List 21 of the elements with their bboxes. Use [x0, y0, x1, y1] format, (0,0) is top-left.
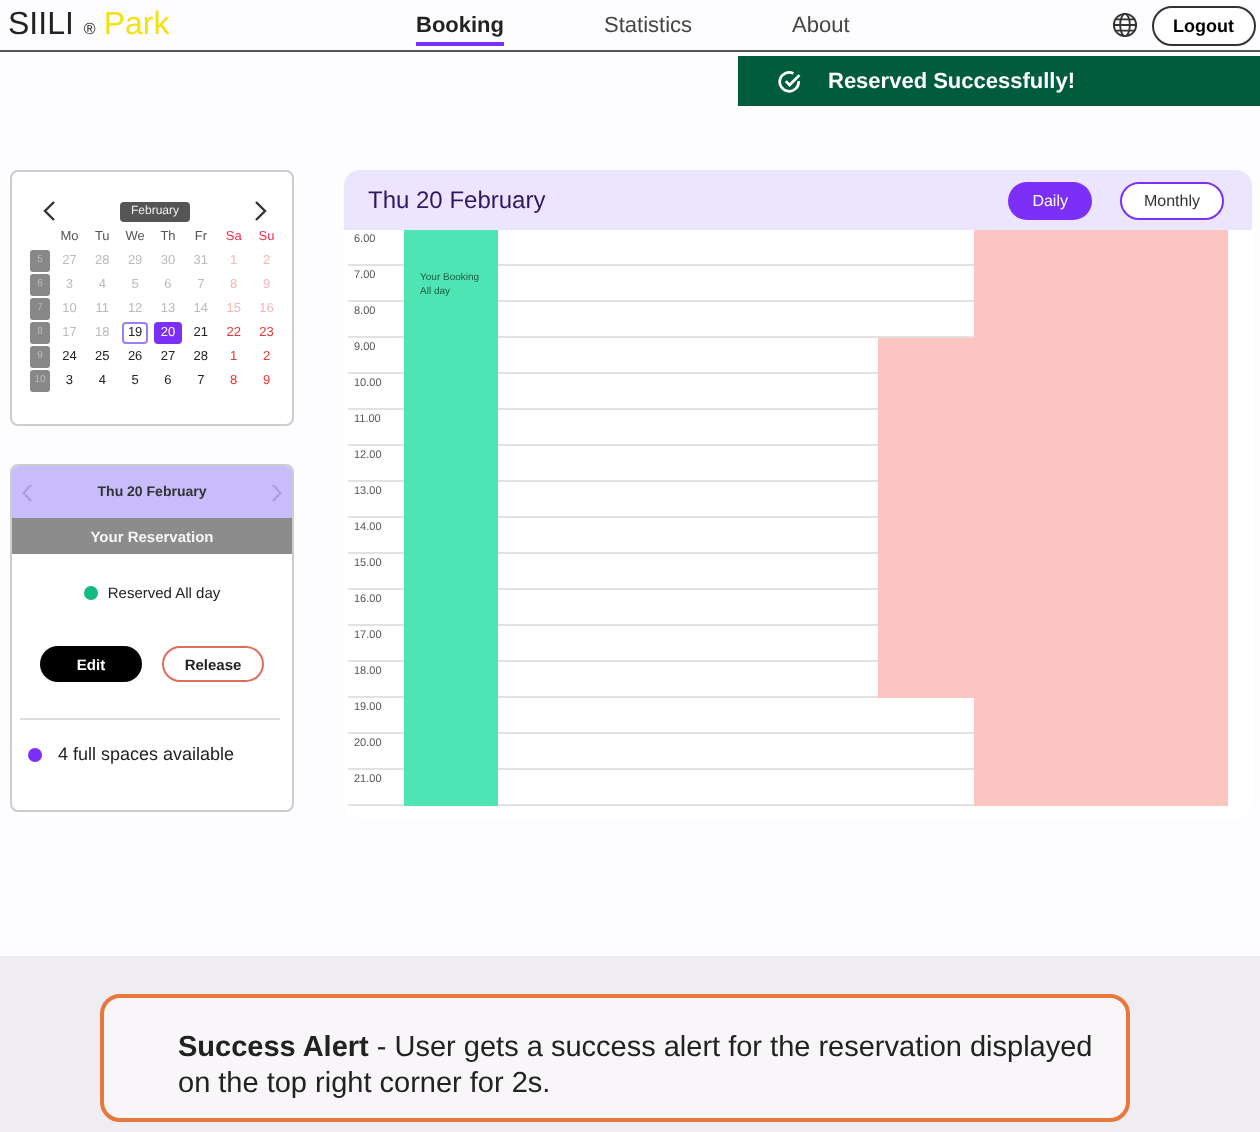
globe-icon[interactable]: [1111, 12, 1137, 38]
logo-text: SIILI: [8, 7, 74, 43]
annotation-text: Success Alert - User gets a success alert for the reservation displayed on the top right corner for 2s.: [178, 1030, 1095, 1102]
toast-message: Reserved Successfully!: [828, 69, 1076, 93]
unavailable-slot[interactable]: [974, 230, 1228, 266]
view-toggle[interactable]: Daily: [1008, 181, 1092, 219]
schedule-date: Thu 20 February: [368, 186, 546, 214]
unavailable-slot[interactable]: [974, 770, 1228, 806]
availability-text: 4 full spaces available: [58, 744, 235, 764]
check-icon: [778, 69, 802, 93]
logout-button[interactable]: Logout: [1151, 5, 1256, 45]
booking-slot[interactable]: [404, 230, 498, 266]
next-icon[interactable]: [253, 200, 268, 222]
previous-icon[interactable]: [42, 200, 56, 222]
nav-tab[interactable]: Booking: [416, 5, 504, 45]
nav-tab[interactable]: About: [792, 5, 850, 45]
view-toggle[interactable]: Monthly: [1119, 181, 1224, 219]
booking-slot[interactable]: [404, 770, 498, 806]
registered-mark: ®: [83, 19, 96, 37]
logo-text: Park: [103, 7, 170, 43]
nav-tab[interactable]: Statistics: [604, 5, 693, 45]
